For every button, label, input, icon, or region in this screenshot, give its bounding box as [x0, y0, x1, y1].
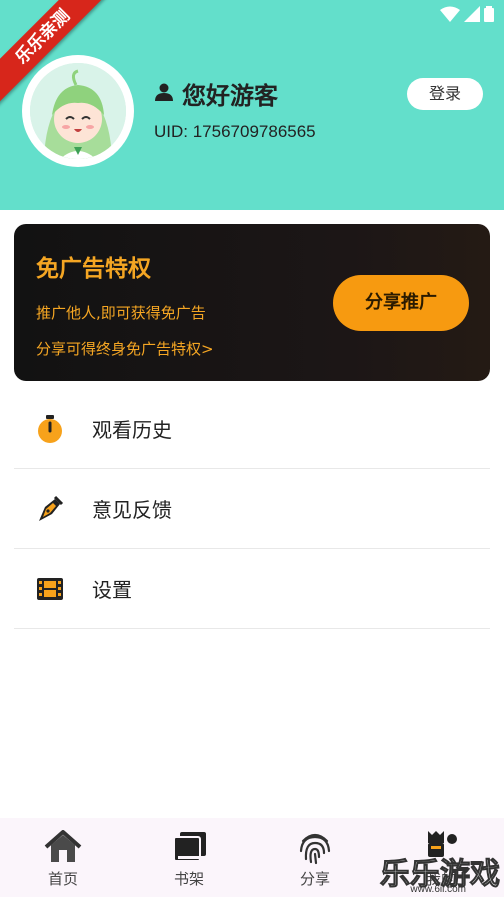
signal-icon — [464, 6, 480, 26]
tab-share[interactable]: 分享 — [252, 818, 378, 897]
login-button[interactable]: 登录 — [407, 78, 483, 110]
menu-label-settings: 设置 — [92, 578, 132, 602]
user-name: 您好游客 — [182, 82, 278, 110]
bottom-tab-bar: 首页 书架 分享 我的 乐乐游戏 www.6il.com — [0, 818, 504, 897]
menu-list: 观看历史 意见反馈 设置 — [14, 389, 490, 629]
pen-nib-icon — [34, 493, 66, 525]
user-icon — [154, 82, 174, 106]
promo-title: 免广告特权 — [36, 256, 151, 282]
watermark-url: www.6il.com — [410, 884, 466, 895]
menu-label-feedback: 意见反馈 — [92, 498, 172, 522]
books-icon — [169, 828, 209, 866]
menu-item-feedback[interactable]: 意见反馈 — [14, 469, 490, 549]
stopwatch-icon — [34, 413, 66, 445]
tab-label-home: 首页 — [47, 870, 78, 888]
fingerprint-icon — [295, 828, 335, 866]
promo-link[interactable]: 分享可得终身免广告特权> — [36, 338, 214, 359]
share-promote-button[interactable]: 分享推广 — [333, 275, 469, 331]
avatar-image — [30, 63, 126, 159]
ad-free-promo-card: 免广告特权 推广他人,即可获得免广告 分享可得终身免广告特权> 分享推广 — [14, 224, 490, 381]
tab-label-bookshelf: 书架 — [173, 870, 204, 888]
status-bar — [440, 6, 494, 26]
user-info: 您好游客 — [154, 76, 278, 111]
film-icon — [34, 573, 66, 605]
profile-header: 您好游客 UID: 1756709786565 登录 — [0, 0, 504, 210]
tab-bookshelf[interactable]: 书架 — [126, 818, 252, 897]
avatar[interactable] — [22, 55, 134, 167]
menu-item-history[interactable]: 观看历史 — [14, 389, 490, 469]
menu-label-history: 观看历史 — [92, 418, 172, 442]
user-uid: UID: 1756709786565 — [154, 122, 316, 141]
home-icon — [43, 828, 83, 866]
tab-label-share: 分享 — [299, 870, 330, 888]
promo-description: 推广他人,即可获得免广告 — [36, 304, 206, 322]
tab-home[interactable]: 首页 — [0, 818, 126, 897]
menu-item-settings[interactable]: 设置 — [14, 549, 490, 629]
battery-icon — [484, 6, 494, 26]
wifi-icon — [440, 6, 460, 26]
